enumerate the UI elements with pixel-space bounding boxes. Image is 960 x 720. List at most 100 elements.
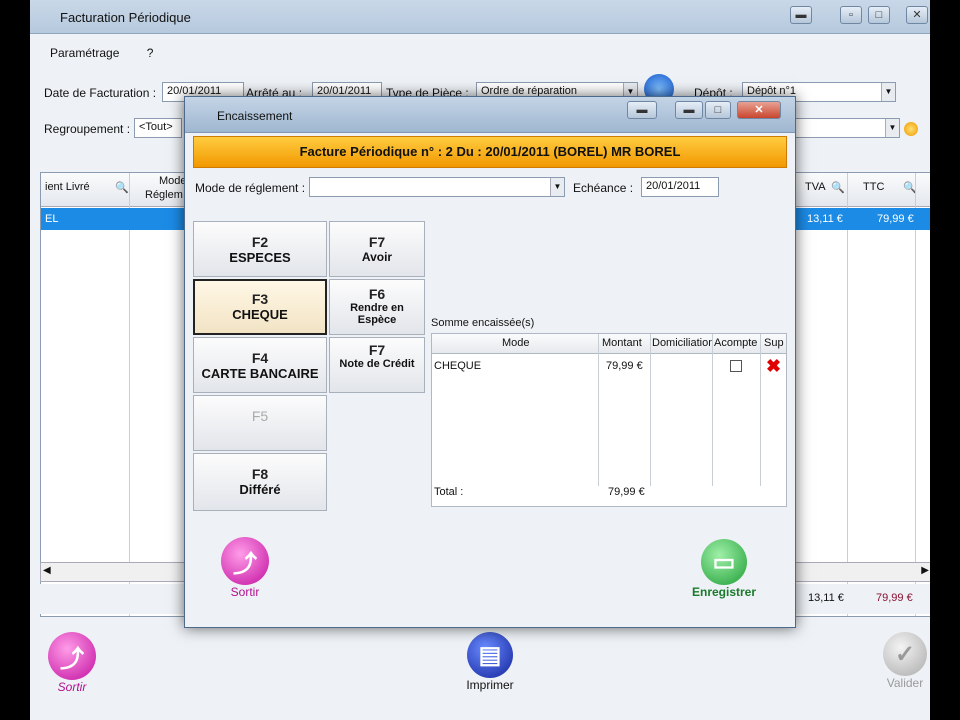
rendre-key: F6 bbox=[368, 286, 386, 302]
col-domiciliation-header: Domiciliation bbox=[652, 337, 712, 349]
table-divider bbox=[650, 334, 651, 486]
row-mode: CHEQUE bbox=[434, 360, 482, 372]
cheque-label: CHEQUE bbox=[232, 307, 288, 322]
col-tva[interactable]: TVA bbox=[805, 181, 826, 193]
menu-help[interactable]: ? bbox=[147, 46, 154, 60]
col-mode-2: Réglem bbox=[145, 189, 183, 201]
grid-divider bbox=[915, 173, 916, 616]
mode-reglement-select[interactable]: ▼ bbox=[309, 177, 565, 197]
regroupement-select[interactable]: <Tout> bbox=[134, 118, 182, 138]
dialog-sortir-label: Sortir bbox=[230, 585, 260, 599]
col-ttc[interactable]: TTC bbox=[863, 181, 884, 193]
f5-key: F5 bbox=[251, 408, 269, 424]
row-ttc: 79,99 € bbox=[877, 213, 914, 225]
especes-key: F2 bbox=[251, 234, 269, 250]
col-sup-header: Sup bbox=[764, 337, 784, 349]
table-divider bbox=[760, 334, 761, 486]
main-window-title: Facturation Périodique bbox=[60, 10, 191, 25]
enregistrer-button[interactable]: ▭ Enregistrer bbox=[679, 539, 769, 599]
acompte-checkbox[interactable] bbox=[730, 360, 742, 372]
differe-key: F8 bbox=[251, 466, 269, 482]
dialog-maximize-button[interactable]: □ bbox=[705, 101, 731, 119]
minimize-button[interactable]: ▬ bbox=[790, 6, 812, 24]
rendre-label: Rendre en Espèce bbox=[350, 302, 404, 326]
exit-icon: ⤴ bbox=[48, 632, 96, 680]
enregistrer-label: Enregistrer bbox=[691, 585, 757, 599]
especes-label: ESPECES bbox=[229, 250, 291, 265]
table-divider bbox=[598, 334, 599, 486]
menu-bar: Paramétrage ? bbox=[50, 46, 177, 60]
especes-button[interactable]: F2 ESPECES bbox=[193, 221, 327, 277]
imprimer-button[interactable]: ▤ Imprimer bbox=[460, 632, 520, 692]
table-divider bbox=[712, 334, 713, 486]
payments-table-header: Mode Montant Domiciliation Acompte Sup bbox=[432, 334, 786, 354]
total-tva: 13,11 € bbox=[808, 592, 844, 604]
avoir-key: F7 bbox=[368, 234, 386, 250]
chevron-down-icon: ▼ bbox=[550, 178, 564, 196]
cheque-key: F3 bbox=[251, 291, 269, 307]
carte-bancaire-button[interactable]: F4 CARTE BANCAIRE bbox=[193, 337, 327, 393]
col-acompte-header: Acompte bbox=[714, 337, 758, 349]
differe-button[interactable]: F8 Différé bbox=[193, 453, 327, 511]
imprimer-label: Imprimer bbox=[466, 678, 514, 692]
rendre-espece-button[interactable]: F6 Rendre en Espèce bbox=[329, 279, 425, 335]
note-credit-label: Note de Crédit bbox=[339, 358, 415, 370]
date-facturation-label: Date de Facturation : bbox=[44, 86, 157, 100]
right-select[interactable]: ▼ bbox=[790, 118, 900, 138]
row-montant: 79,99 € bbox=[606, 360, 643, 372]
avoir-button[interactable]: F7 Avoir bbox=[329, 221, 425, 277]
row-client: EL bbox=[45, 213, 59, 225]
chevron-down-icon: ▼ bbox=[881, 83, 895, 101]
note-credit-button[interactable]: F7 Note de Crédit bbox=[329, 337, 425, 393]
cheque-button[interactable]: F3 CHEQUE bbox=[193, 279, 327, 335]
chevron-down-icon: ▼ bbox=[885, 119, 899, 137]
grid-divider bbox=[847, 173, 848, 616]
printer-icon: ▤ bbox=[467, 632, 513, 678]
scroll-right-icon[interactable]: ▶ bbox=[921, 565, 929, 576]
regroupement-label: Regroupement : bbox=[44, 122, 131, 136]
main-titlebar: Facturation Périodique ▬ ▫ □ ✕ bbox=[30, 0, 930, 34]
differe-label: Différé bbox=[239, 482, 281, 497]
payments-table: Mode Montant Domiciliation Acompte Sup C… bbox=[431, 333, 787, 507]
search-icon[interactable]: 🔍 bbox=[115, 181, 129, 194]
dialog-restore-button[interactable]: ▬ bbox=[675, 101, 703, 119]
dialog-minimize-button[interactable]: ▬ bbox=[627, 101, 657, 119]
f5-button[interactable]: F5 bbox=[193, 395, 327, 451]
mode-reglement-label: Mode de réglement : bbox=[195, 181, 306, 195]
total-ttc: 79,99 € bbox=[876, 592, 913, 604]
sortir-button[interactable]: ⤴ Sortir bbox=[44, 632, 100, 694]
carte-key: F4 bbox=[251, 350, 269, 366]
maximize-button[interactable]: □ bbox=[868, 6, 890, 24]
dialog-close-button[interactable]: ✕ bbox=[737, 101, 781, 119]
col-client[interactable]: ient Livré bbox=[45, 181, 90, 193]
col-mode-header: Mode bbox=[502, 337, 530, 349]
status-dot-icon bbox=[904, 122, 918, 136]
valider-label: Valider bbox=[886, 676, 924, 690]
somme-encaissee-label: Somme encaissée(s) bbox=[431, 317, 535, 329]
col-montant-header: Montant bbox=[602, 337, 642, 349]
menu-parametrage[interactable]: Paramétrage bbox=[50, 46, 119, 60]
delete-icon[interactable]: ✖ bbox=[766, 356, 781, 377]
total-value: 79,99 € bbox=[608, 486, 645, 498]
dialog-title: Encaissement bbox=[217, 109, 293, 123]
row-tva: 13,11 € bbox=[807, 213, 843, 225]
note-credit-key: F7 bbox=[368, 342, 386, 358]
exit-icon: ⤴ bbox=[221, 537, 269, 585]
restore-button[interactable]: ▫ bbox=[840, 6, 862, 24]
echeance-field[interactable]: 20/01/2011 bbox=[641, 177, 719, 197]
sortir-label: Sortir bbox=[57, 680, 87, 694]
scroll-left-icon[interactable]: ◀ bbox=[43, 565, 51, 576]
valider-button[interactable]: ✓ Valider bbox=[880, 632, 930, 690]
avoir-label: Avoir bbox=[361, 250, 393, 264]
search-icon[interactable]: 🔍 bbox=[831, 181, 845, 194]
dialog-sortir-button[interactable]: ⤴ Sortir bbox=[215, 537, 275, 599]
col-mode[interactable]: Mode bbox=[159, 175, 187, 187]
main-close-button[interactable]: ✕ bbox=[906, 6, 928, 24]
checkmark-icon: ✓ bbox=[883, 632, 927, 676]
save-icon: ▭ bbox=[701, 539, 747, 585]
invoice-banner: Facture Périodique n° : 2 Du : 20/01/201… bbox=[193, 136, 787, 168]
total-label: Total : bbox=[434, 486, 464, 498]
dialog-titlebar: Encaissement ▬ ▬ □ ✕ bbox=[185, 97, 795, 133]
table-row[interactable]: CHEQUE 79,99 € ✖ bbox=[432, 356, 786, 380]
carte-label: CARTE BANCAIRE bbox=[201, 366, 319, 381]
